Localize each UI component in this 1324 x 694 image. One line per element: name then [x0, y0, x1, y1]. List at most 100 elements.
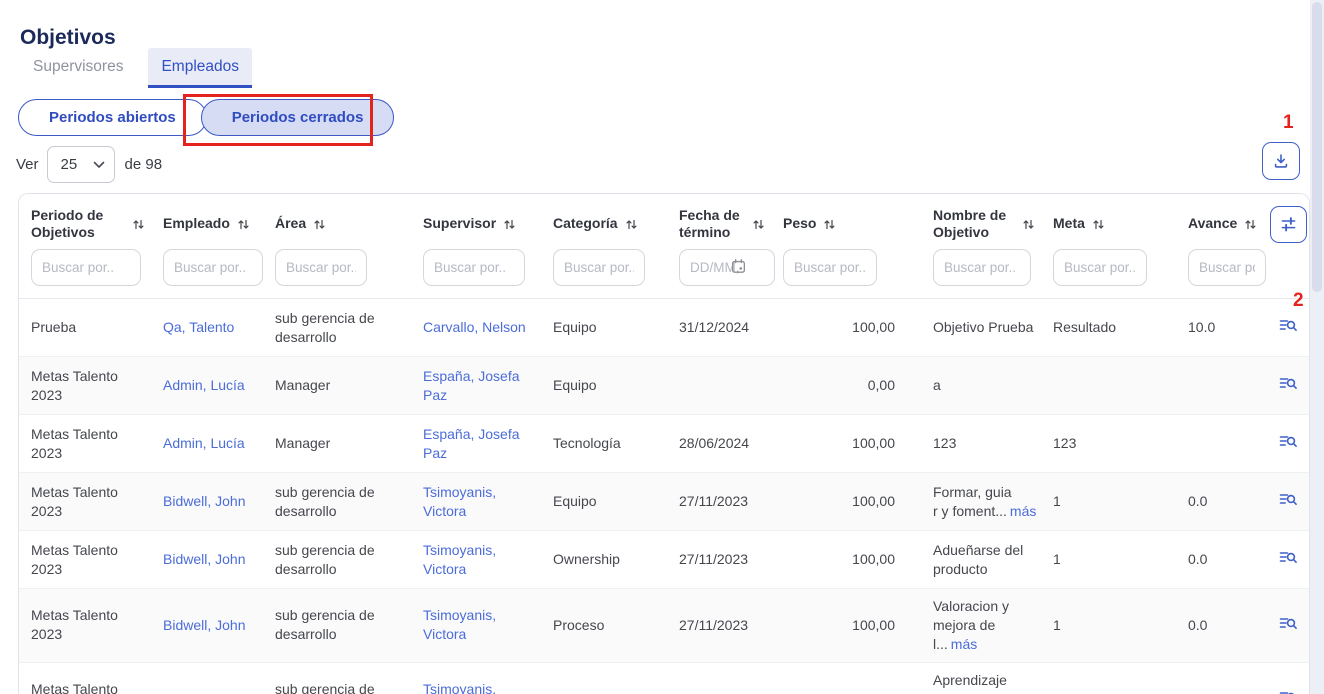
period-toggle: Periodos abiertos Periodos cerrados: [18, 99, 394, 136]
cell-meta: Resultado: [1041, 299, 1176, 357]
filter-input-avance[interactable]: [1188, 249, 1266, 286]
cell-periodo: Metas Talento 2023: [19, 662, 151, 694]
cell-actions: [1266, 589, 1309, 663]
cell-area: Manager: [263, 415, 411, 473]
cell-meta: [1041, 357, 1176, 415]
cell-fecha: 27/11/2023: [667, 589, 771, 663]
row-detail-button[interactable]: [1276, 546, 1300, 570]
cell-supervisor: Carvallo, Nelson: [411, 299, 541, 357]
window-scrollbar[interactable]: [1310, 0, 1324, 694]
employee-link[interactable]: Admin, Lucía: [163, 377, 245, 393]
ver-label: Ver: [16, 156, 39, 173]
column-header-empleado: Empleado: [151, 194, 263, 299]
filter-input-nombre[interactable]: [933, 249, 1031, 286]
cell-area: sub gerencia de desarrollo: [263, 473, 411, 531]
pill-periodos-abiertos[interactable]: Periodos abiertos: [18, 99, 207, 136]
annotation-1: 1: [1283, 112, 1294, 134]
sort-arrows-icon[interactable]: [132, 218, 145, 231]
column-header-avance: Avance: [1176, 194, 1266, 299]
supervisor-link[interactable]: Tsimoyanis, Victora: [423, 681, 496, 694]
column-header-nombre: Nombre de Objetivo: [921, 194, 1041, 299]
supervisor-link[interactable]: España, Josefa Paz: [423, 426, 520, 461]
sort-arrows-icon[interactable]: [503, 218, 516, 231]
row-detail-button[interactable]: [1276, 430, 1300, 454]
objective-name: 123: [933, 435, 956, 451]
sort-arrows-icon[interactable]: [1092, 218, 1105, 231]
supervisor-link[interactable]: Tsimoyanis, Victora: [423, 484, 496, 519]
filter-input-empleado[interactable]: [163, 249, 263, 286]
cell-fecha: 28/06/2024: [667, 415, 771, 473]
cell-categoria: Equipo: [541, 299, 667, 357]
filter-input-area[interactable]: [275, 249, 367, 286]
filter-input-periodo[interactable]: [31, 249, 141, 286]
objective-name: Objetivo Prueba: [933, 319, 1033, 335]
cell-categoria: Tecnología: [541, 662, 667, 694]
cell-nombre: Adueñarse del producto: [921, 531, 1041, 589]
column-header-area: Área: [263, 194, 411, 299]
filter-input-supervisor[interactable]: [423, 249, 525, 286]
employee-link[interactable]: Bidwell, John: [163, 617, 246, 633]
cell-empleado: Admin, Lucía: [151, 357, 263, 415]
sort-arrows-icon[interactable]: [1022, 218, 1035, 231]
column-label-periodo: Periodo de Objetivos: [31, 207, 125, 242]
calendar-icon[interactable]: [730, 258, 747, 280]
cell-meta: 1: [1041, 662, 1176, 694]
download-button[interactable]: [1262, 142, 1300, 180]
tab-empleados[interactable]: Empleados: [148, 48, 252, 88]
row-detail-button[interactable]: [1276, 314, 1300, 338]
cell-peso: 0,00: [771, 357, 921, 415]
column-label-fecha: Fecha de término: [679, 207, 745, 242]
filter-input-peso[interactable]: [783, 249, 877, 286]
cell-categoria: Ownership: [541, 531, 667, 589]
cell-empleado: Admin, Lucía: [151, 415, 263, 473]
row-detail-button[interactable]: [1276, 372, 1300, 396]
table-row: Metas Talento 2023Bidwell, Johnsub geren…: [19, 531, 1309, 589]
cell-supervisor: Tsimoyanis, Victora: [411, 662, 541, 694]
sort-arrows-icon[interactable]: [625, 218, 638, 231]
employee-link[interactable]: Bidwell, John: [163, 493, 246, 509]
cell-categoria: Equipo: [541, 473, 667, 531]
objectives-table: Periodo de ObjetivosEmpleadoÁreaSupervis…: [19, 194, 1309, 694]
supervisor-link[interactable]: Carvallo, Nelson: [423, 319, 526, 335]
cell-periodo: Prueba: [19, 299, 151, 357]
supervisor-link[interactable]: Tsimoyanis, Victora: [423, 542, 496, 577]
row-detail-button[interactable]: [1276, 488, 1300, 512]
cell-supervisor: España, Josefa Paz: [411, 415, 541, 473]
page-size-value: 25: [61, 156, 78, 173]
sort-arrows-icon[interactable]: [823, 218, 836, 231]
more-link[interactable]: más: [1010, 503, 1036, 519]
cell-avance: 0.0: [1176, 589, 1266, 663]
cell-avance: 0.0: [1176, 662, 1266, 694]
cell-fecha: 27/11/2023: [667, 662, 771, 694]
filter-input-categoria[interactable]: [553, 249, 645, 286]
cell-categoria: Proceso: [541, 589, 667, 663]
cell-nombre: Formar, guia r y foment...más: [921, 473, 1041, 531]
employee-link[interactable]: Qa, Talento: [163, 319, 234, 335]
sort-arrows-icon[interactable]: [752, 218, 765, 231]
filter-input-meta[interactable]: [1053, 249, 1147, 286]
pill-periodos-cerrados[interactable]: Periodos cerrados: [201, 99, 395, 136]
cell-nombre: Objetivo Prueba: [921, 299, 1041, 357]
column-settings-button[interactable]: [1270, 206, 1307, 243]
sort-arrows-icon[interactable]: [1244, 218, 1257, 231]
table-row: PruebaQa, Talentosub gerencia de desarro…: [19, 299, 1309, 357]
supervisor-link[interactable]: España, Josefa Paz: [423, 368, 520, 403]
sort-arrows-icon[interactable]: [237, 218, 250, 231]
tab-supervisores[interactable]: Supervisores: [20, 48, 136, 88]
row-detail-button[interactable]: [1276, 686, 1300, 694]
table-header-row: Periodo de ObjetivosEmpleadoÁreaSupervis…: [19, 194, 1309, 299]
sort-arrows-icon[interactable]: [313, 218, 326, 231]
table-row: Metas Talento 2023Bidwell, Johnsub geren…: [19, 473, 1309, 531]
more-link[interactable]: más: [951, 636, 977, 652]
cell-fecha: 27/11/2023: [667, 473, 771, 531]
employee-link[interactable]: Bidwell, John: [163, 691, 246, 694]
supervisor-link[interactable]: Tsimoyanis, Victora: [423, 607, 496, 642]
page-size-select[interactable]: 25: [47, 146, 115, 183]
cell-empleado: Qa, Talento: [151, 299, 263, 357]
employee-link[interactable]: Bidwell, John: [163, 551, 246, 567]
scrollbar-thumb[interactable]: [1312, 2, 1322, 292]
filter-input-fecha[interactable]: [679, 249, 775, 286]
row-detail-button[interactable]: [1276, 612, 1300, 636]
cell-area: Manager: [263, 357, 411, 415]
employee-link[interactable]: Admin, Lucía: [163, 435, 245, 451]
